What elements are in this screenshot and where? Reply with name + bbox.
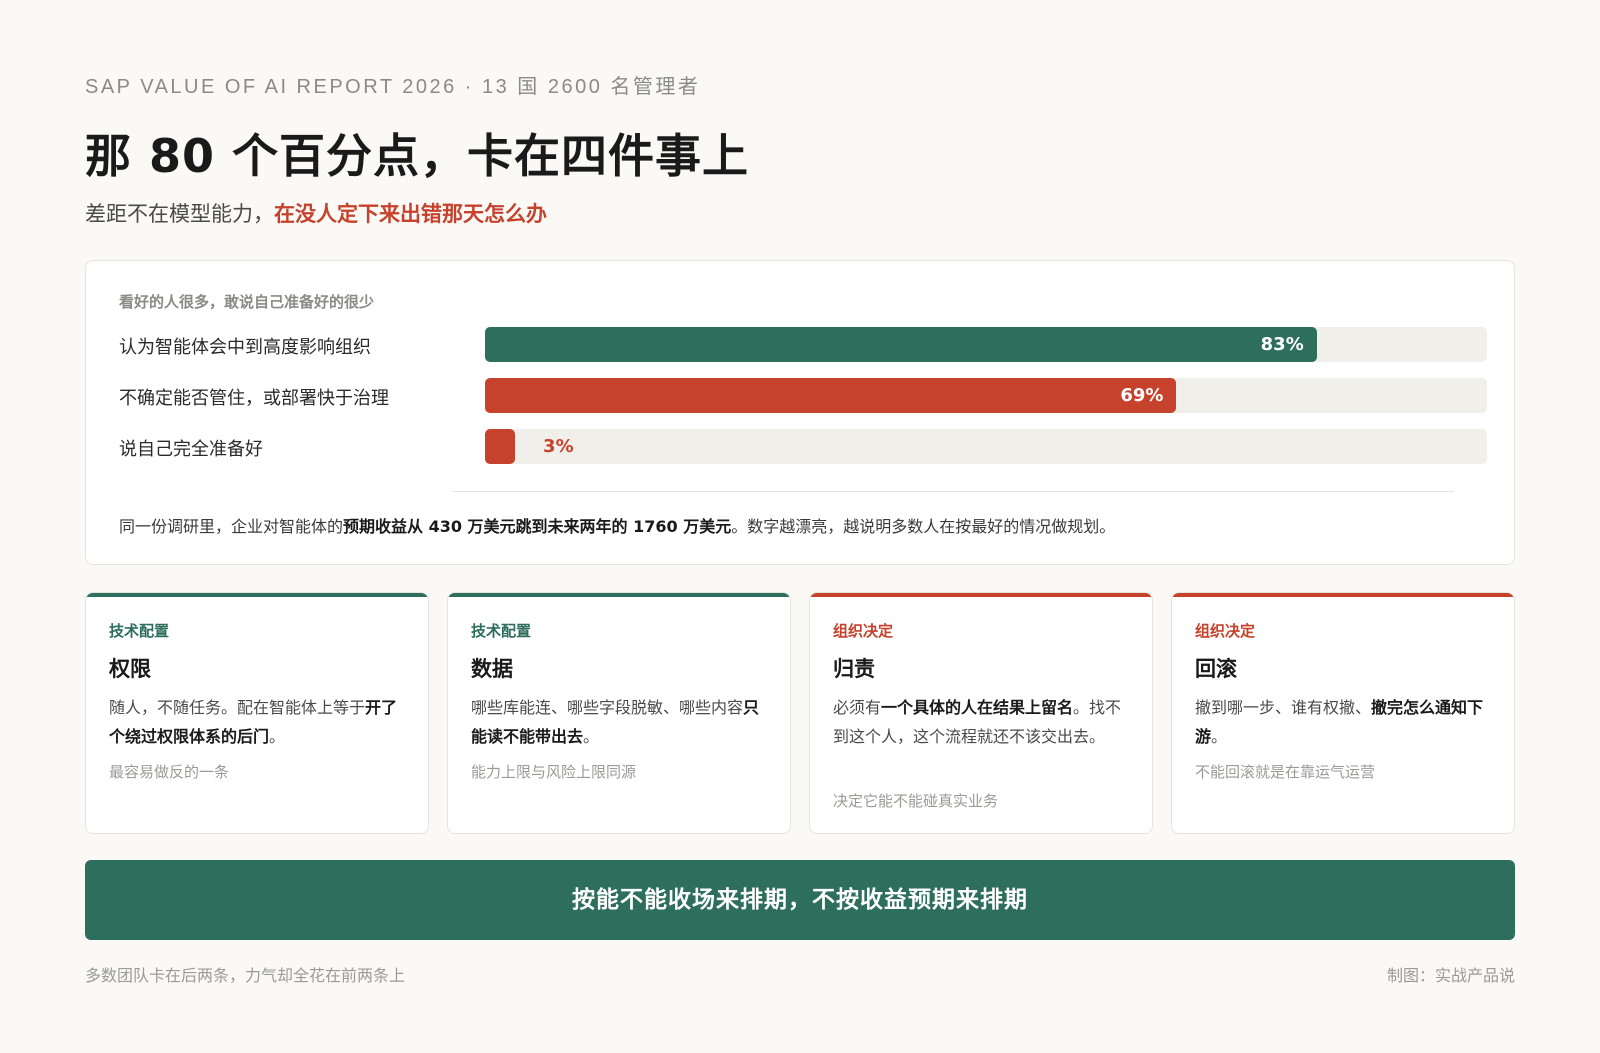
bar-track: 83% [485, 327, 1487, 362]
bar-label: 认为智能体会中到高度影响组织 [119, 337, 371, 358]
factor-note: 能力上限与风险上限同源 [471, 763, 637, 781]
factor-card-accountability: 组织决定 归责 必须有一个具体的人在结果上留名。找不到这个人，这个流程就还不该交… [809, 592, 1153, 834]
bar-value-label: 83% [1260, 334, 1304, 355]
note-text: 。数字越漂亮，越说明多数人在按最好的情况做规划。 [731, 517, 1116, 536]
bar-row: 认为智能体会中到高度影响组织 83% [119, 327, 1487, 363]
factor-name: 权限 [109, 657, 151, 681]
factor-category: 技术配置 [109, 622, 170, 640]
footer-credit: 制图：实战产品说 [1386, 966, 1515, 985]
card-accent-line [1172, 593, 1514, 597]
bar-row: 说自己完全准备好 3% [119, 429, 1487, 465]
factor-category: 组织决定 [1195, 622, 1256, 640]
factor-desc-text: 哪些库能连、哪些字段脱敏、哪些内容 [471, 698, 744, 717]
bar-label: 不确定能否管住，或部署快于治理 [119, 388, 389, 409]
factor-card-permissions: 技术配置 权限 随人，不随任务。配在智能体上等于开了个绕过权限体系的后门。 最容… [85, 592, 429, 834]
bar-fill [485, 378, 1177, 413]
factor-desc-text: 。 [583, 727, 600, 746]
factor-desc-text: 撤到哪一步、谁有权撤、 [1195, 698, 1372, 717]
factor-name: 回滚 [1195, 657, 1237, 681]
factor-desc-text: 。 [269, 727, 286, 746]
factor-description: 随人，不随任务。配在智能体上等于开了个绕过权限体系的后门。 [109, 693, 409, 751]
factor-description: 哪些库能连、哪些字段脱敏、哪些内容只能读不能带出去。 [471, 693, 771, 751]
page-title: 那 80 个百分点，卡在四件事上 [85, 129, 750, 183]
report-overline: SAP VALUE OF AI REPORT 2026 · 13 国 2600 … [85, 76, 701, 98]
bar-fill [485, 429, 516, 464]
factor-desc-text: 必须有 [833, 698, 882, 717]
factor-name: 数据 [471, 657, 513, 681]
card-divider [452, 491, 1454, 492]
bar-value-label: 69% [1120, 385, 1164, 406]
factor-note: 不能回滚就是在靠运气运营 [1195, 763, 1376, 781]
bar-track: 3% [485, 429, 1487, 464]
factor-desc-emphasis: 一个具体的人在结果上留名 [881, 698, 1074, 717]
factor-category: 组织决定 [833, 622, 894, 640]
subtitle-highlight: 在没人定下来出错那天怎么办 [274, 202, 547, 226]
footer-note: 多数团队卡在后两条，力气却全花在前两条上 [85, 966, 406, 985]
bar-label: 说自己完全准备好 [119, 439, 263, 460]
factor-card-rollback: 组织决定 回滚 撤到哪一步、谁有权撤、撤完怎么通知下游。 不能回滚就是在靠运气运… [1171, 592, 1515, 834]
bar-track: 69% [485, 378, 1487, 413]
factor-desc-text: 随人，不随任务。配在智能体上等于 [109, 698, 366, 717]
card-accent-line [448, 593, 790, 597]
factor-category: 技术配置 [471, 622, 532, 640]
note-emphasis: 预期收益从 430 万美元跳到未来两年的 1760 万美元 [343, 517, 732, 536]
factor-description: 撤到哪一步、谁有权撤、撤完怎么通知下游。 [1195, 693, 1495, 751]
infographic-page: SAP VALUE OF AI REPORT 2026 · 13 国 2600 … [0, 0, 1600, 1053]
note-text: 同一份调研里，企业对智能体的 [119, 517, 344, 536]
survey-note: 同一份调研里，企业对智能体的预期收益从 430 万美元跳到未来两年的 1760 … [119, 513, 1115, 537]
factor-note: 决定它能不能碰真实业务 [833, 792, 999, 810]
factor-name: 归责 [833, 657, 875, 681]
conclusion-banner: 按能不能收场来排期，不按收益预期来排期 [85, 860, 1515, 940]
factor-description: 必须有一个具体的人在结果上留名。找不到这个人，这个流程就还不该交出去。 [833, 693, 1133, 751]
survey-card: 看好的人很多，敢说自己准备好的很少 认为智能体会中到高度影响组织 83% 不确定… [85, 260, 1515, 565]
factor-desc-text: 。 [1211, 727, 1228, 746]
factor-note: 最容易做反的一条 [109, 763, 230, 781]
bar-value-label: 3% [543, 436, 574, 457]
card-accent-line [86, 593, 428, 597]
survey-caption: 看好的人很多，敢说自己准备好的很少 [119, 293, 375, 311]
factor-card-data: 技术配置 数据 哪些库能连、哪些字段脱敏、哪些内容只能读不能带出去。 能力上限与… [447, 592, 791, 834]
page-subtitle: 差距不在模型能力，在没人定下来出错那天怎么办 [85, 198, 547, 228]
card-accent-line [810, 593, 1152, 597]
subtitle-plain: 差距不在模型能力， [85, 202, 274, 226]
bar-row: 不确定能否管住，或部署快于治理 69% [119, 378, 1487, 414]
bar-fill [485, 327, 1317, 362]
